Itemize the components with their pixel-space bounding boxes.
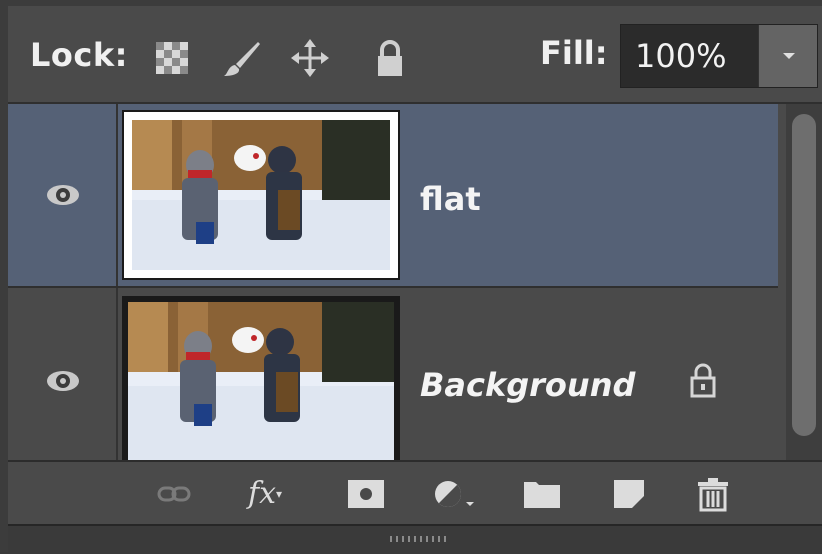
layer-name[interactable]: flat bbox=[420, 180, 481, 218]
padlock-icon bbox=[690, 363, 716, 398]
layer-thumbnail[interactable] bbox=[120, 108, 402, 282]
padlock-icon[interactable] bbox=[370, 38, 410, 78]
lock-fill-bar: Lock: Fill: 100% bbox=[8, 6, 822, 104]
transparency-lock-icon[interactable] bbox=[152, 38, 192, 78]
fill-value[interactable]: 100% bbox=[635, 37, 726, 75]
layer-name[interactable]: Background bbox=[420, 366, 635, 404]
fx-icon[interactable]: fx▾ bbox=[248, 476, 308, 512]
brush-lock-icon[interactable] bbox=[222, 38, 262, 78]
new-group-folder-icon[interactable] bbox=[522, 476, 562, 512]
layers-list: flat Background bbox=[8, 104, 822, 466]
scrollbar[interactable] bbox=[786, 104, 822, 460]
add-mask-icon[interactable] bbox=[346, 476, 386, 512]
layers-toolbar: fx▾ bbox=[8, 460, 822, 526]
layer-row-flat[interactable]: flat bbox=[8, 104, 778, 288]
adjustment-layer-icon[interactable] bbox=[432, 476, 480, 512]
move-lock-icon[interactable] bbox=[290, 38, 330, 78]
fill-dropdown-button[interactable] bbox=[758, 25, 817, 87]
fill-label: Fill: bbox=[540, 34, 608, 72]
layer-thumbnail[interactable] bbox=[122, 296, 400, 466]
fx-label: fx bbox=[248, 476, 277, 511]
layers-panel: Lock: Fill: 100% flat Background fx▾ bbox=[0, 0, 822, 554]
visibility-cell[interactable] bbox=[8, 104, 118, 286]
chevron-down-icon bbox=[783, 53, 795, 59]
link-layers-icon[interactable] bbox=[156, 476, 192, 512]
fill-field[interactable]: 100% bbox=[620, 24, 818, 88]
eye-icon[interactable] bbox=[46, 184, 80, 206]
new-layer-icon[interactable] bbox=[612, 476, 646, 512]
eye-icon[interactable] bbox=[46, 370, 80, 392]
panel-footer bbox=[8, 524, 822, 554]
layer-row-background[interactable]: Background bbox=[8, 288, 778, 466]
scrollbar-thumb[interactable] bbox=[792, 114, 816, 436]
resize-grip-icon[interactable] bbox=[390, 536, 454, 542]
visibility-cell[interactable] bbox=[8, 288, 118, 460]
trash-icon[interactable] bbox=[696, 476, 730, 512]
lock-label: Lock: bbox=[30, 36, 128, 74]
